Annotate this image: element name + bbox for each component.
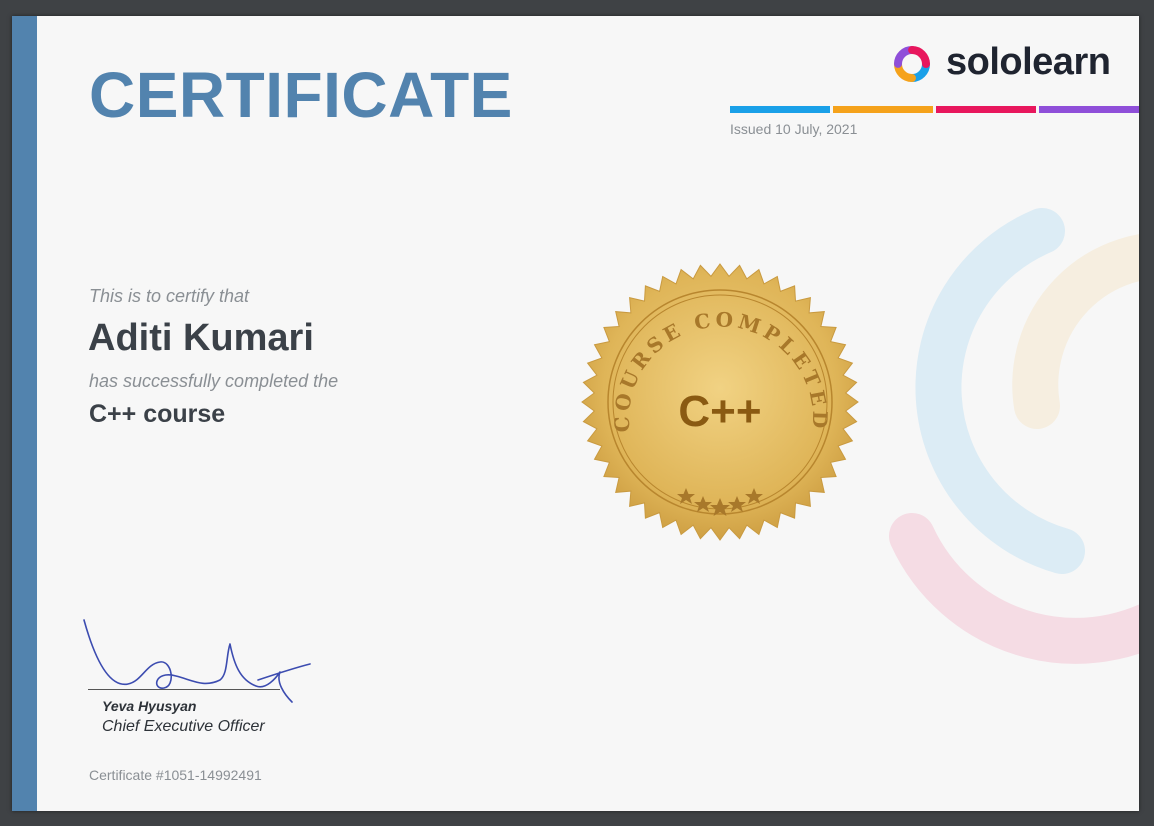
certify-intro: This is to certify that (89, 286, 250, 306)
stripe-blue (730, 106, 830, 113)
signature-line (88, 689, 280, 690)
completion-text: has successfully completed the (89, 371, 339, 391)
brand-color-stripes (730, 106, 1139, 113)
stripe-pink (936, 106, 1036, 113)
brand-name: sololearn (946, 41, 1111, 83)
stripe-orange (833, 106, 933, 113)
ceo-signature (83, 619, 311, 703)
sololearn-logo-icon (894, 46, 930, 82)
certificate-page: CERTIFICATE sololearn Issued 10 July, 20… (12, 16, 1139, 811)
recipient-name: Aditi Kumari (88, 317, 314, 359)
document-viewer: CERTIFICATE sololearn Issued 10 July, 20… (0, 0, 1154, 826)
certificate-number: Certificate #1051-14992491 (89, 767, 262, 783)
course-name: C++ course (89, 400, 226, 428)
left-accent-bar (12, 16, 37, 811)
stripe-purple (1039, 106, 1139, 113)
background-logo-watermark (889, 208, 1139, 664)
issued-date: Issued 10 July, 2021 (730, 121, 858, 137)
signer-title: Chief Executive Officer (102, 718, 265, 735)
brand-logo: sololearn (888, 40, 1118, 90)
certificate-title: CERTIFICATE (89, 59, 513, 131)
signer-name: Yeva Hyusyan (102, 698, 197, 714)
seal-center-text: C++ (678, 387, 761, 436)
course-completed-seal: COURSE COMPLETED C++ (581, 263, 859, 541)
